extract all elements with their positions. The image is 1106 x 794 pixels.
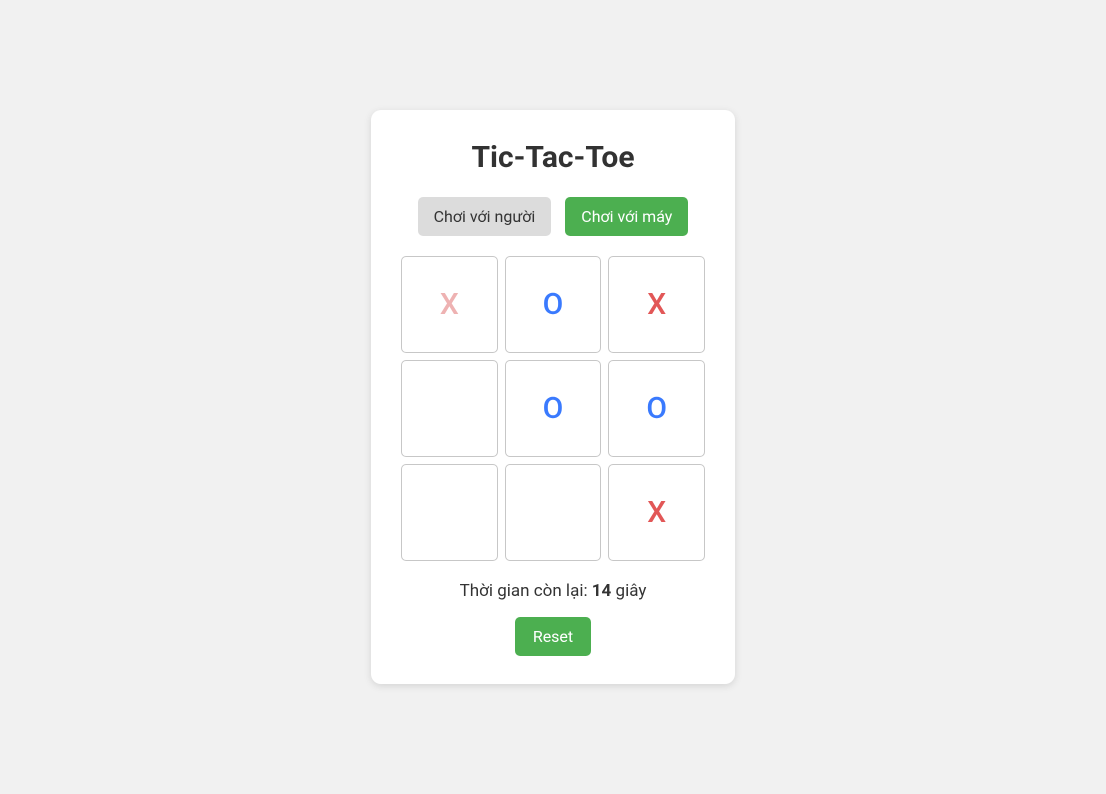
mode-selector: Chơi với người Chơi với máy (401, 197, 705, 236)
game-board: X O X O O X (401, 256, 705, 560)
mode-cpu-button[interactable]: Chơi với máy (565, 197, 688, 236)
cell-mark: X (647, 495, 666, 530)
game-card: Tic-Tac-Toe Chơi với người Chơi với máy … (371, 110, 735, 683)
cell-mark: X (440, 287, 459, 322)
cell-3[interactable] (401, 360, 498, 457)
cell-7[interactable] (505, 464, 602, 561)
timer-suffix: giây (611, 581, 646, 601)
game-title: Tic-Tac-Toe (401, 140, 705, 175)
cell-mark: O (646, 391, 667, 426)
cell-mark: O (543, 391, 564, 426)
cell-mark: X (647, 287, 666, 322)
timer-text: Thời gian còn lại: 14 giây (401, 581, 705, 601)
mode-human-button[interactable]: Chơi với người (418, 197, 552, 236)
cell-6[interactable] (401, 464, 498, 561)
cell-8[interactable]: X (608, 464, 705, 561)
cell-4[interactable]: O (505, 360, 602, 457)
cell-2[interactable]: X (608, 256, 705, 353)
timer-value: 14 (592, 581, 612, 601)
timer-prefix: Thời gian còn lại: (460, 581, 592, 601)
cell-0[interactable]: X (401, 256, 498, 353)
cell-1[interactable]: O (505, 256, 602, 353)
reset-button[interactable]: Reset (515, 617, 591, 656)
cell-5[interactable]: O (608, 360, 705, 457)
cell-mark: O (543, 287, 564, 322)
